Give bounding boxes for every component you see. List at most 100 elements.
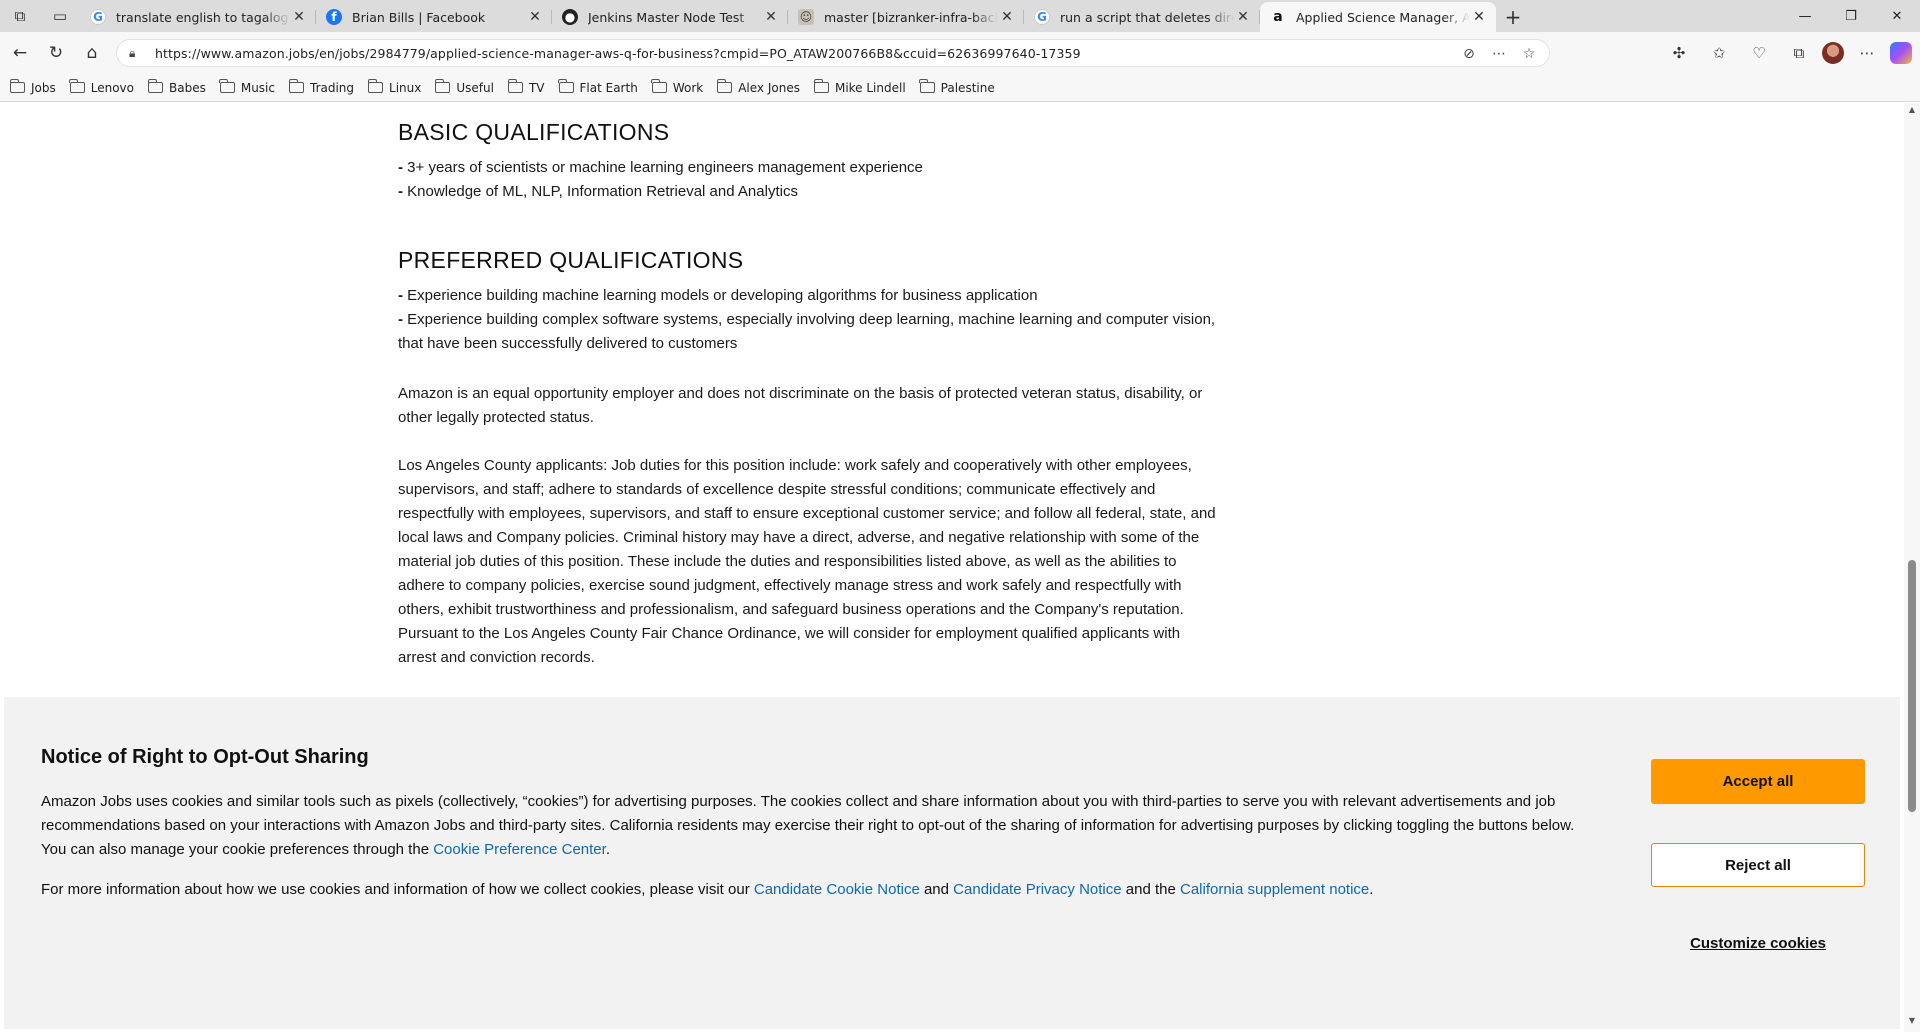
url-text[interactable]: https://www.amazon.jobs/en/jobs/2984779/… xyxy=(155,46,1081,61)
preferred-qualifications-list: - Experience building machine learning m… xyxy=(398,284,1218,356)
cookie-info-text: For more information about how we use co… xyxy=(41,881,1374,898)
window-controls: — ❐ ✕ xyxy=(1782,0,1920,32)
eeo-statement: Amazon is an equal opportunity employer … xyxy=(398,385,1203,426)
folder-icon xyxy=(434,79,451,93)
list-item: - 3+ years of scientists or machine lear… xyxy=(398,159,923,176)
tab-facebook[interactable]: f Brian Bills | Facebook ✕ xyxy=(316,2,552,32)
tracking-prevention-icon[interactable]: ⊘ xyxy=(1457,43,1481,65)
folder-icon xyxy=(69,79,85,93)
home-icon[interactable]: ⌂ xyxy=(74,37,110,69)
tab-bizranker[interactable]: ☺ master [bizranker-infra-backup] - ✕ xyxy=(788,2,1024,32)
close-tab-icon[interactable]: ✕ xyxy=(762,9,780,25)
preferred-qualifications-heading: PREFERRED QUALIFICATIONS xyxy=(398,247,744,273)
back-icon[interactable]: ← xyxy=(2,37,38,69)
facebook-icon: f xyxy=(326,9,342,25)
close-tab-icon[interactable]: ✕ xyxy=(1470,9,1488,25)
address-bar[interactable]: 🔒︎ https://www.amazon.jobs/en/jobs/29847… xyxy=(116,39,1550,67)
close-tab-icon[interactable]: ✕ xyxy=(998,9,1016,25)
bookmark-folder[interactable]: Linux xyxy=(367,79,421,95)
bookmark-folder[interactable]: Jobs xyxy=(9,79,56,95)
tab-title: run a script that deletes directorie xyxy=(1060,9,1234,25)
profile-avatar[interactable] xyxy=(1822,42,1844,64)
bookmark-folder[interactable]: Babes xyxy=(147,79,206,95)
california-supplement-link[interactable]: California supplement notice xyxy=(1180,881,1369,898)
bookmark-folder[interactable]: Alex Jones xyxy=(716,79,800,95)
folder-icon xyxy=(219,79,235,93)
scrollbar-thumb[interactable] xyxy=(1908,560,1916,812)
tab-title: translate english to tagalog - Goo xyxy=(116,9,290,25)
reject-all-button[interactable]: Reject all xyxy=(1651,843,1865,887)
github-icon: ● xyxy=(562,9,578,25)
lock-icon[interactable]: 🔒︎ xyxy=(129,46,147,61)
bookmark-folder[interactable]: Work xyxy=(651,79,703,95)
basic-qualifications-list: - 3+ years of scientists or machine lear… xyxy=(398,156,923,204)
close-tab-icon[interactable]: ✕ xyxy=(290,9,308,25)
folder-icon xyxy=(919,79,935,93)
tab-title: Applied Science Manager, AWS Q xyxy=(1296,9,1470,25)
folder-icon xyxy=(147,79,163,93)
folder-icon xyxy=(288,79,304,93)
scroll-down-icon[interactable]: ▼ xyxy=(1904,1016,1920,1030)
minimize-icon[interactable]: — xyxy=(1782,0,1828,32)
tab-actions-icon[interactable]: ▭ xyxy=(40,0,80,32)
bookmarks-bar: Jobs Lenovo Babes Music Trading Linux Us… xyxy=(0,74,1920,102)
navigation-bar: ← ↻ ⌂ 🔒︎ https://www.amazon.jobs/en/jobs… xyxy=(0,32,1920,74)
tab-script[interactable]: G run a script that deletes directorie ✕ xyxy=(1024,2,1260,32)
more-info-icon[interactable]: ⋯ xyxy=(1487,43,1511,65)
folder-icon xyxy=(813,79,829,93)
candidate-cookie-notice-link[interactable]: Candidate Cookie Notice xyxy=(754,881,920,898)
page-scrollbar[interactable]: ▲ ▼ xyxy=(1904,103,1920,1032)
folder-icon xyxy=(558,79,574,93)
basic-qualifications-heading: BASIC QUALIFICATIONS xyxy=(398,119,670,145)
folder-icon xyxy=(507,79,523,93)
candidate-privacy-notice-link[interactable]: Candidate Privacy Notice xyxy=(953,881,1121,898)
tab-title: master [bizranker-infra-backup] - xyxy=(824,9,998,25)
list-item: - Experience building machine learning m… xyxy=(398,287,1038,304)
scroll-up-icon[interactable]: ▲ xyxy=(1904,105,1920,119)
close-tab-icon[interactable]: ✕ xyxy=(526,9,544,25)
favorite-star-icon[interactable]: ☆ xyxy=(1517,43,1541,65)
cookie-banner: Notice of Right to Opt-Out Sharing Amazo… xyxy=(4,697,1900,1029)
cookie-banner-title: Notice of Right to Opt-Out Sharing xyxy=(41,746,369,768)
folder-icon xyxy=(651,79,667,93)
tab-title: Jenkins Master Node Test xyxy=(588,9,745,25)
bookmark-folder[interactable]: Lenovo xyxy=(69,79,134,95)
bookmark-folder[interactable]: Useful xyxy=(434,79,494,95)
bookmark-folder[interactable]: TV xyxy=(507,79,545,95)
list-item: - Experience building complex software s… xyxy=(398,311,1216,352)
bookmark-folder[interactable]: Music xyxy=(219,79,275,95)
google-icon: G xyxy=(90,9,106,25)
cookie-preference-center-link[interactable]: Cookie Preference Center xyxy=(433,841,606,858)
amazon-icon: a xyxy=(1273,9,1283,25)
bookmark-folder[interactable]: Palestine xyxy=(919,79,995,95)
customize-cookies-button[interactable]: Customize cookies xyxy=(1651,928,1865,958)
collections-icon[interactable]: ⧉ xyxy=(1782,37,1816,69)
tab-title: Brian Bills | Facebook xyxy=(352,9,486,25)
bookmark-folder[interactable]: Trading xyxy=(288,79,354,95)
favorites-icon[interactable]: ✩ xyxy=(1702,37,1736,69)
bookmark-folder[interactable]: Mike Lindell xyxy=(813,79,906,95)
extensions-icon[interactable]: ✣ xyxy=(1662,37,1696,69)
browser-essentials-icon[interactable]: ♡ xyxy=(1742,37,1776,69)
close-tab-icon[interactable]: ✕ xyxy=(1234,9,1252,25)
repo-avatar-icon: ☺ xyxy=(798,9,814,25)
tab-translate[interactable]: G translate english to tagalog - Goo ✕ xyxy=(80,2,316,32)
tab-strip: ⧉ ▭ G translate english to tagalog - Goo… xyxy=(0,0,1920,32)
tab-jenkins[interactable]: ● Jenkins Master Node Test ✕ xyxy=(552,2,788,32)
la-county-statement: Los Angeles County applicants: Job dutie… xyxy=(398,457,1216,666)
restore-icon[interactable]: ❐ xyxy=(1828,0,1874,32)
settings-more-icon[interactable]: ⋯ xyxy=(1850,37,1884,69)
accept-all-button[interactable]: Accept all xyxy=(1651,759,1865,804)
list-item: - Knowledge of ML, NLP, Information Retr… xyxy=(398,183,798,200)
folder-icon xyxy=(716,79,733,93)
workspaces-icon[interactable]: ⧉ xyxy=(0,0,40,32)
cookie-banner-text: Amazon Jobs uses cookies and similar too… xyxy=(41,793,1575,858)
copilot-icon[interactable] xyxy=(1890,42,1912,64)
refresh-icon[interactable]: ↻ xyxy=(38,37,74,69)
folder-icon xyxy=(367,79,384,93)
new-tab-button[interactable]: + xyxy=(1496,2,1530,32)
google-icon: G xyxy=(1034,9,1050,25)
close-window-icon[interactable]: ✕ xyxy=(1874,0,1920,32)
bookmark-folder[interactable]: Flat Earth xyxy=(558,79,638,95)
tab-amazon-jobs[interactable]: a Applied Science Manager, AWS Q ✕ xyxy=(1260,2,1496,32)
